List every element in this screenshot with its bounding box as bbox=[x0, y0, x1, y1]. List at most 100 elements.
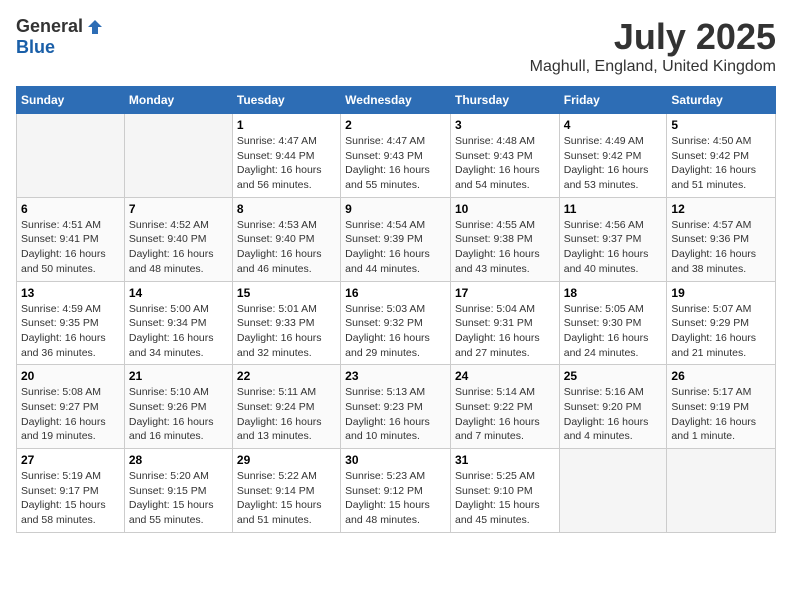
location-subtitle: Maghull, England, United Kingdom bbox=[530, 58, 776, 76]
day-info: Sunrise: 5:17 AMSunset: 9:19 PMDaylight:… bbox=[671, 385, 771, 444]
day-number: 31 bbox=[455, 453, 555, 467]
calendar-cell: 16 Sunrise: 5:03 AMSunset: 9:32 PMDayligh… bbox=[341, 281, 451, 365]
day-number: 13 bbox=[21, 286, 120, 300]
day-info: Sunrise: 5:10 AMSunset: 9:26 PMDaylight:… bbox=[129, 385, 228, 444]
calendar-cell: 6 Sunrise: 4:51 AMSunset: 9:41 PMDaylight… bbox=[17, 197, 125, 281]
day-info: Sunrise: 5:03 AMSunset: 9:32 PMDaylight:… bbox=[345, 302, 446, 361]
calendar-cell: 1Sunrise: 4:47 AMSunset: 9:44 PMDaylight… bbox=[232, 114, 340, 198]
calendar-cell: 11Sunrise: 4:56 AMSunset: 9:37 PMDayligh… bbox=[559, 197, 667, 281]
day-number: 7 bbox=[129, 202, 228, 216]
day-info: Sunrise: 5:19 AMSunset: 9:17 PMDaylight:… bbox=[21, 469, 120, 528]
day-info: Sunrise: 4:47 AMSunset: 9:44 PMDaylight:… bbox=[237, 134, 336, 193]
calendar-cell: 22Sunrise: 5:11 AMSunset: 9:24 PMDayligh… bbox=[232, 365, 340, 449]
calendar-week-1: 1Sunrise: 4:47 AMSunset: 9:44 PMDaylight… bbox=[17, 114, 776, 198]
calendar-week-3: 13 Sunrise: 4:59 AMSunset: 9:35 PMDayligh… bbox=[17, 281, 776, 365]
day-number: 9 bbox=[345, 202, 446, 216]
day-info: Sunrise: 4:53 AMSunset: 9:40 PMDaylight:… bbox=[237, 218, 336, 277]
calendar-cell: 21 Sunrise: 5:10 AMSunset: 9:26 PMDayligh… bbox=[124, 365, 232, 449]
day-number: 15 bbox=[237, 286, 336, 300]
day-info: Sunrise: 5:20 AMSunset: 9:15 PMDaylight:… bbox=[129, 469, 228, 528]
day-number: 22 bbox=[237, 369, 336, 383]
calendar-cell: 27 Sunrise: 5:19 AMSunset: 9:17 PMDayligh… bbox=[17, 449, 125, 533]
calendar-cell: 14 Sunrise: 5:00 AMSunset: 9:34 PMDayligh… bbox=[124, 281, 232, 365]
day-number: 17 bbox=[455, 286, 555, 300]
title-area: July 2025 Maghull, England, United Kingd… bbox=[530, 16, 776, 76]
calendar-body: 1Sunrise: 4:47 AMSunset: 9:44 PMDaylight… bbox=[17, 114, 776, 533]
page-header: General Blue July 2025 Maghull, England,… bbox=[16, 16, 776, 76]
day-number: 24 bbox=[455, 369, 555, 383]
calendar-week-5: 27 Sunrise: 5:19 AMSunset: 9:17 PMDayligh… bbox=[17, 449, 776, 533]
day-number: 6 bbox=[21, 202, 120, 216]
day-number: 27 bbox=[21, 453, 120, 467]
day-number: 3 bbox=[455, 118, 555, 132]
day-info: Sunrise: 4:54 AMSunset: 9:39 PMDaylight:… bbox=[345, 218, 446, 277]
logo: General Blue bbox=[16, 16, 105, 58]
calendar-cell: 20 Sunrise: 5:08 AMSunset: 9:27 PMDayligh… bbox=[17, 365, 125, 449]
calendar-table: SundayMondayTuesdayWednesdayThursdayFrid… bbox=[16, 86, 776, 533]
calendar-cell: 18 Sunrise: 5:05 AMSunset: 9:30 PMDayligh… bbox=[559, 281, 667, 365]
logo-blue: Blue bbox=[16, 37, 55, 58]
month-year-title: July 2025 bbox=[530, 16, 776, 58]
calendar-cell: 31 Sunrise: 5:25 AMSunset: 9:10 PMDayligh… bbox=[450, 449, 559, 533]
day-number: 14 bbox=[129, 286, 228, 300]
calendar-week-4: 20 Sunrise: 5:08 AMSunset: 9:27 PMDayligh… bbox=[17, 365, 776, 449]
day-info: Sunrise: 4:57 AMSunset: 9:36 PMDaylight:… bbox=[671, 218, 771, 277]
weekday-header-friday: Friday bbox=[559, 87, 667, 114]
day-number: 20 bbox=[21, 369, 120, 383]
day-info: Sunrise: 4:48 AMSunset: 9:43 PMDaylight:… bbox=[455, 134, 555, 193]
day-number: 21 bbox=[129, 369, 228, 383]
day-number: 25 bbox=[564, 369, 663, 383]
day-number: 4 bbox=[564, 118, 663, 132]
calendar-cell: 25Sunrise: 5:16 AMSunset: 9:20 PMDayligh… bbox=[559, 365, 667, 449]
day-info: Sunrise: 5:13 AMSunset: 9:23 PMDaylight:… bbox=[345, 385, 446, 444]
calendar-cell: 5 Sunrise: 4:50 AMSunset: 9:42 PMDaylight… bbox=[667, 114, 776, 198]
day-number: 26 bbox=[671, 369, 771, 383]
calendar-cell: 23 Sunrise: 5:13 AMSunset: 9:23 PMDayligh… bbox=[341, 365, 451, 449]
day-info: Sunrise: 4:47 AMSunset: 9:43 PMDaylight:… bbox=[345, 134, 446, 193]
calendar-cell: 19 Sunrise: 5:07 AMSunset: 9:29 PMDayligh… bbox=[667, 281, 776, 365]
weekday-header-tuesday: Tuesday bbox=[232, 87, 340, 114]
calendar-cell: 3 Sunrise: 4:48 AMSunset: 9:43 PMDaylight… bbox=[450, 114, 559, 198]
day-number: 8 bbox=[237, 202, 336, 216]
day-info: Sunrise: 5:04 AMSunset: 9:31 PMDaylight:… bbox=[455, 302, 555, 361]
day-info: Sunrise: 5:23 AMSunset: 9:12 PMDaylight:… bbox=[345, 469, 446, 528]
calendar-cell: 4 Sunrise: 4:49 AMSunset: 9:42 PMDaylight… bbox=[559, 114, 667, 198]
logo-icon bbox=[85, 17, 105, 37]
calendar-week-2: 6 Sunrise: 4:51 AMSunset: 9:41 PMDaylight… bbox=[17, 197, 776, 281]
day-info: Sunrise: 5:00 AMSunset: 9:34 PMDaylight:… bbox=[129, 302, 228, 361]
calendar-cell: 9 Sunrise: 4:54 AMSunset: 9:39 PMDaylight… bbox=[341, 197, 451, 281]
day-number: 12 bbox=[671, 202, 771, 216]
calendar-cell bbox=[667, 449, 776, 533]
calendar-cell: 26 Sunrise: 5:17 AMSunset: 9:19 PMDayligh… bbox=[667, 365, 776, 449]
weekday-header-row: SundayMondayTuesdayWednesdayThursdayFrid… bbox=[17, 87, 776, 114]
calendar-cell: 7Sunrise: 4:52 AMSunset: 9:40 PMDaylight… bbox=[124, 197, 232, 281]
day-info: Sunrise: 4:49 AMSunset: 9:42 PMDaylight:… bbox=[564, 134, 663, 193]
day-number: 19 bbox=[671, 286, 771, 300]
calendar-cell: 10Sunrise: 4:55 AMSunset: 9:38 PMDayligh… bbox=[450, 197, 559, 281]
day-info: Sunrise: 5:05 AMSunset: 9:30 PMDaylight:… bbox=[564, 302, 663, 361]
weekday-header-wednesday: Wednesday bbox=[341, 87, 451, 114]
weekday-header-thursday: Thursday bbox=[450, 87, 559, 114]
day-info: Sunrise: 4:59 AMSunset: 9:35 PMDaylight:… bbox=[21, 302, 120, 361]
day-info: Sunrise: 5:07 AMSunset: 9:29 PMDaylight:… bbox=[671, 302, 771, 361]
calendar-cell: 12 Sunrise: 4:57 AMSunset: 9:36 PMDayligh… bbox=[667, 197, 776, 281]
calendar-cell bbox=[124, 114, 232, 198]
calendar-cell: 28Sunrise: 5:20 AMSunset: 9:15 PMDayligh… bbox=[124, 449, 232, 533]
day-number: 5 bbox=[671, 118, 771, 132]
day-number: 30 bbox=[345, 453, 446, 467]
day-info: Sunrise: 4:55 AMSunset: 9:38 PMDaylight:… bbox=[455, 218, 555, 277]
day-info: Sunrise: 4:50 AMSunset: 9:42 PMDaylight:… bbox=[671, 134, 771, 193]
day-number: 2 bbox=[345, 118, 446, 132]
calendar-cell: 30 Sunrise: 5:23 AMSunset: 9:12 PMDayligh… bbox=[341, 449, 451, 533]
calendar-cell: 2 Sunrise: 4:47 AMSunset: 9:43 PMDaylight… bbox=[341, 114, 451, 198]
calendar-cell: 8 Sunrise: 4:53 AMSunset: 9:40 PMDaylight… bbox=[232, 197, 340, 281]
day-number: 16 bbox=[345, 286, 446, 300]
day-info: Sunrise: 4:51 AMSunset: 9:41 PMDaylight:… bbox=[21, 218, 120, 277]
day-number: 23 bbox=[345, 369, 446, 383]
day-info: Sunrise: 5:25 AMSunset: 9:10 PMDaylight:… bbox=[455, 469, 555, 528]
day-info: Sunrise: 5:08 AMSunset: 9:27 PMDaylight:… bbox=[21, 385, 120, 444]
day-info: Sunrise: 5:14 AMSunset: 9:22 PMDaylight:… bbox=[455, 385, 555, 444]
weekday-header-saturday: Saturday bbox=[667, 87, 776, 114]
day-number: 18 bbox=[564, 286, 663, 300]
weekday-header-monday: Monday bbox=[124, 87, 232, 114]
